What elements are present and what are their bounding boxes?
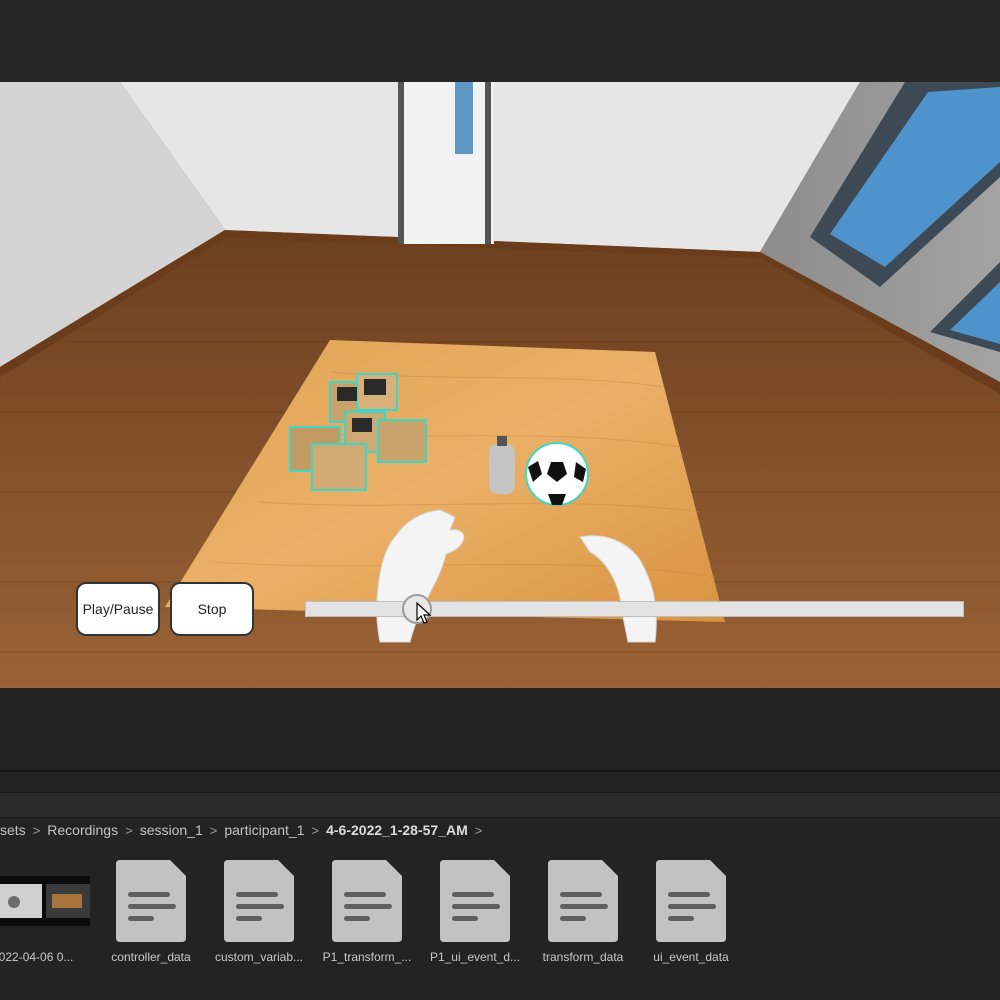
file-name: controller_data bbox=[111, 950, 191, 964]
text-file-icon bbox=[116, 860, 186, 942]
text-file-icon bbox=[332, 860, 402, 942]
breadcrumb-chevron-icon: > bbox=[474, 822, 483, 838]
mouse-cursor-icon bbox=[416, 602, 432, 624]
breadcrumb-chevron-icon: > bbox=[125, 822, 133, 838]
text-file-icon bbox=[548, 860, 618, 942]
scene-viewport[interactable]: Play/Pause Stop bbox=[0, 82, 1000, 688]
text-file-icon bbox=[440, 860, 510, 942]
file-name: transform_data bbox=[542, 950, 624, 964]
video-thumbnail bbox=[0, 876, 90, 926]
text-file-icon bbox=[656, 860, 726, 942]
breadcrumb-item-participant[interactable]: participant_1 bbox=[224, 822, 304, 838]
text-file-icon bbox=[224, 860, 294, 942]
file-name: custom_variab... bbox=[214, 950, 304, 964]
breadcrumb-item-assets[interactable]: sets bbox=[0, 822, 26, 838]
file-name: P1_transform_... bbox=[322, 950, 412, 964]
file-item-video[interactable]: 2022-04-06 0... bbox=[0, 858, 100, 968]
breadcrumb: sets > Recordings > session_1 > particip… bbox=[0, 818, 489, 842]
file-name: ui_event_data bbox=[653, 950, 729, 964]
panel-divider[interactable] bbox=[0, 770, 1000, 772]
breadcrumb-item-current-folder[interactable]: 4-6-2022_1-28-57_AM bbox=[326, 822, 468, 838]
breadcrumb-chevron-icon: > bbox=[311, 822, 320, 838]
file-item[interactable]: P1_transform_... bbox=[317, 858, 417, 968]
editor-lower-area bbox=[0, 688, 1000, 772]
breadcrumb-chevron-icon: > bbox=[32, 822, 41, 838]
breadcrumb-item-session[interactable]: session_1 bbox=[140, 822, 203, 838]
file-item[interactable]: ui_event_data bbox=[641, 858, 741, 968]
breadcrumb-item-recordings[interactable]: Recordings bbox=[47, 822, 118, 838]
stop-button[interactable]: Stop bbox=[170, 582, 254, 636]
file-item[interactable]: controller_data bbox=[101, 858, 201, 968]
file-item[interactable]: P1_ui_event_d... bbox=[425, 858, 525, 968]
breadcrumb-chevron-icon: > bbox=[209, 822, 218, 838]
file-item[interactable]: custom_variab... bbox=[209, 858, 309, 968]
file-grid: 2022-04-06 0... controller_data custom_v… bbox=[0, 858, 1000, 968]
project-panel-toolbar bbox=[0, 792, 1000, 818]
top-bar bbox=[0, 0, 1000, 82]
file-name: 2022-04-06 0... bbox=[0, 950, 74, 964]
file-name: P1_ui_event_d... bbox=[429, 950, 521, 964]
file-item[interactable]: transform_data bbox=[533, 858, 633, 968]
play-pause-button[interactable]: Play/Pause bbox=[76, 582, 160, 636]
